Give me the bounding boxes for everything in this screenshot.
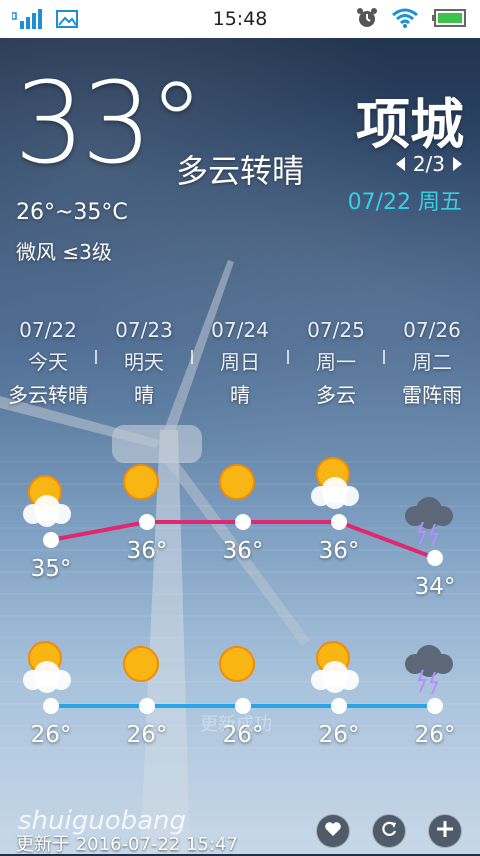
low-temp-label: 26° [414,722,456,748]
update-success-watermark: 更新成功 [200,714,272,735]
partly-cloudy-icon [23,641,71,693]
high-temp-point [139,514,155,530]
refresh-icon [380,820,398,842]
high-temp-label: 36° [222,538,264,564]
update-time: 更新于 2016-07-22 15:47 [16,834,238,855]
thunderstorm-icon [405,497,453,547]
low-temp-point [331,698,347,714]
favorite-button[interactable] [316,814,350,848]
plus-icon [437,821,453,841]
low-temp-label: 26° [30,722,72,748]
sunny-icon [219,646,255,682]
sunny-icon [123,646,159,682]
high-temp-point [331,514,347,530]
thunderstorm-icon [405,645,453,695]
low-temp-point [43,698,59,714]
high-temp-point [235,514,251,530]
low-temp-label: 26° [126,722,168,748]
high-temp-label: 34° [414,574,456,600]
low-temp-point [139,698,155,714]
refresh-button[interactable] [372,814,406,848]
high-temp-label: 36° [126,538,168,564]
high-temp-label: 36° [318,538,360,564]
sunny-icon [123,464,159,500]
high-temp-label: 35° [30,556,72,582]
heart-icon [324,821,342,841]
partly-cloudy-icon [311,641,359,693]
sunny-icon [219,464,255,500]
low-temp-point [427,698,443,714]
add-city-button[interactable] [428,814,462,848]
high-temp-point [43,532,59,548]
high-temp-point [427,550,443,566]
low-temp-label: 26° [318,722,360,748]
